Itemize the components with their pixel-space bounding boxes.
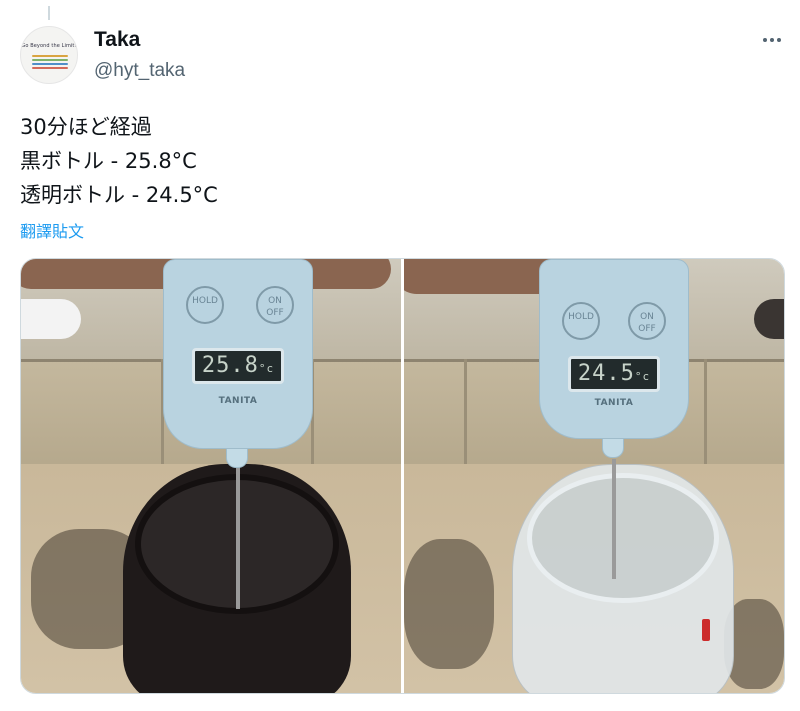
avatar[interactable]: Go Beyond the Limit! (20, 26, 78, 84)
media-grid: HOLD ON OFF 25.8°c TANITA HOLD ON OFF 24.5… (20, 258, 785, 694)
more-horizontal-icon (777, 38, 781, 42)
on-off-button-label: ON OFF (628, 302, 666, 340)
thermometer-brand: TANITA (594, 398, 634, 408)
more-horizontal-icon (763, 38, 767, 42)
thermometer-probe (612, 459, 616, 579)
avatar-logo-text: Go Beyond the Limit! (21, 43, 77, 49)
avatar-stripe (32, 63, 68, 65)
wall-joint (704, 359, 707, 469)
tweet-line: 30分ほど経過 (20, 115, 152, 139)
photo-black-bottle[interactable]: HOLD ON OFF 25.8°c TANITA (21, 259, 401, 693)
avatar-stripe (32, 55, 68, 57)
user-handle[interactable]: @hyt_taka (94, 60, 185, 82)
thermometer-probe (236, 459, 240, 609)
hold-button-label: HOLD (562, 302, 600, 340)
thermometer-brand: TANITA (218, 396, 258, 406)
thermometer: HOLD ON OFF 25.8°c TANITA (163, 259, 313, 449)
temperature-display: 25.8°c (192, 348, 284, 384)
temperature-display: 24.5°c (568, 356, 660, 392)
tweet-line: 黒ボトル - 25.8°C (20, 149, 197, 173)
avatar-stripe (32, 67, 68, 69)
display-name[interactable]: Taka (94, 28, 140, 52)
avatar-stripe (32, 59, 68, 61)
thread-connector-line (48, 6, 50, 20)
photo-shadow (404, 539, 494, 669)
tweet-line: 透明ボトル - 24.5°C (20, 183, 218, 207)
photo-clear-bottle[interactable]: HOLD ON OFF 24.5°c TANITA (404, 259, 784, 693)
wall-joint (464, 359, 467, 469)
bottle-mouth (527, 473, 719, 603)
more-options-button[interactable] (756, 26, 788, 54)
tweet-text: 30分ほど経過 黒ボトル - 25.8°C 透明ボトル - 24.5°C (20, 110, 760, 212)
on-off-button-label: ON OFF (256, 286, 294, 324)
bottle-red-mark (702, 619, 710, 641)
more-horizontal-icon (770, 38, 774, 42)
clear-bottle (512, 464, 734, 693)
photo-object (21, 299, 81, 339)
hold-button-label: HOLD (186, 286, 224, 324)
thermometer: HOLD ON OFF 24.5°c TANITA (539, 259, 689, 439)
translate-post-link[interactable]: 翻譯貼文 (20, 218, 84, 242)
